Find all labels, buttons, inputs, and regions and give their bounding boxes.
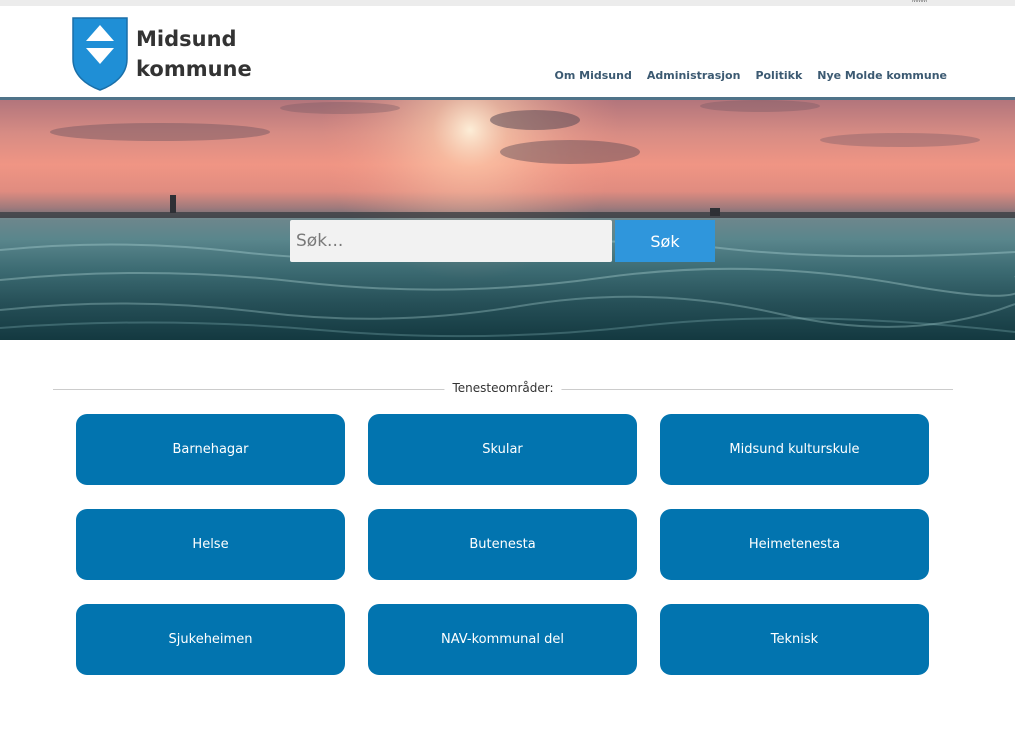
services-heading: Tenesteområder: [444, 381, 562, 395]
coat-of-arms-icon [72, 17, 128, 91]
nav-item-administrasjon[interactable]: Administrasjon [647, 69, 741, 82]
main-nav: Om Midsund Administrasjon Politikk Nye M… [555, 69, 947, 82]
service-tile-teknisk[interactable]: Teknisk [660, 604, 929, 675]
search-input[interactable] [290, 220, 612, 262]
service-tile-nav-kommunal-del[interactable]: NAV-kommunal del [368, 604, 637, 675]
service-tile-sjukeheimen[interactable]: Sjukeheimen [76, 604, 345, 675]
nav-item-nye-molde-kommune[interactable]: Nye Molde kommune [817, 69, 947, 82]
service-tile-heimetenesta[interactable]: Heimetenesta [660, 509, 929, 580]
nav-item-politikk[interactable]: Politikk [755, 69, 802, 82]
home-logo-link[interactable]: Midsund kommune [72, 17, 252, 91]
site-name: Midsund kommune [136, 24, 252, 84]
site-header: Midsund kommune Om Midsund Administrasjo… [0, 6, 1015, 97]
search-form: Søk [290, 220, 715, 262]
services-grid: Barnehagar Skular Midsund kulturskule He… [76, 414, 929, 675]
service-tile-helse[interactable]: Helse [76, 509, 345, 580]
services-heading-row: Tenesteområder: [53, 380, 953, 400]
service-tile-midsund-kulturskule[interactable]: Midsund kulturskule [660, 414, 929, 485]
top-strip-text: MMM [912, 0, 927, 3]
hero-banner: Søk [0, 100, 1015, 340]
service-tile-skular[interactable]: Skular [368, 414, 637, 485]
nav-item-om-midsund[interactable]: Om Midsund [555, 69, 632, 82]
search-button[interactable]: Søk [615, 220, 715, 262]
service-tile-barnehagar[interactable]: Barnehagar [76, 414, 345, 485]
service-tile-butenesta[interactable]: Butenesta [368, 509, 637, 580]
site-name-line1: Midsund [136, 27, 237, 51]
site-name-line2: kommune [136, 57, 252, 81]
